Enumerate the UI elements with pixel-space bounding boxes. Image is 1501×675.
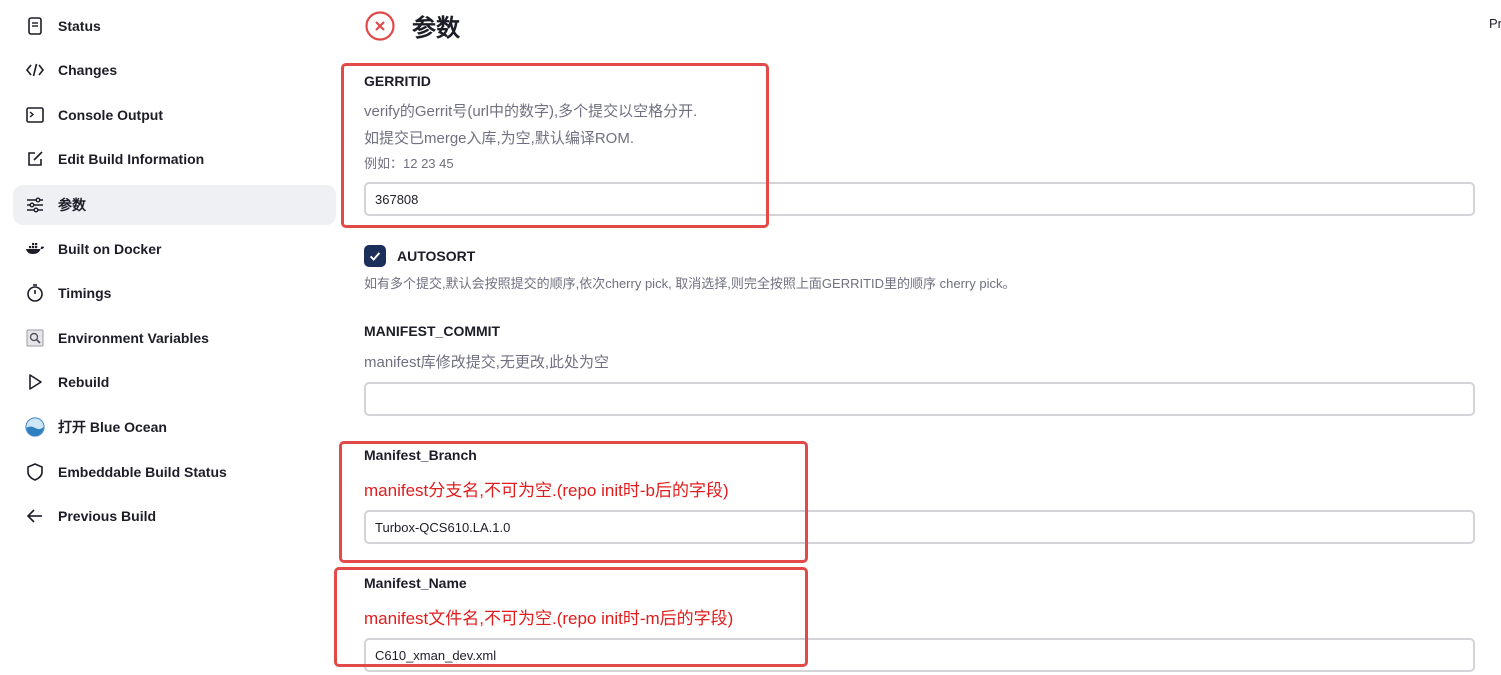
- sidebar-item-embeddable-build-status[interactable]: Embeddable Build Status: [13, 452, 336, 492]
- checkmark-icon: [369, 252, 381, 261]
- sidebar-item-label: Console Output: [58, 107, 163, 123]
- manifest-name-description: manifest文件名,不可为空.(repo init时-m后的字段): [364, 609, 734, 628]
- sidebar-item-label: 打开 Blue Ocean: [58, 419, 167, 435]
- sliders-icon: [24, 194, 46, 216]
- play-icon: [24, 371, 46, 393]
- sidebar-item-previous-build[interactable]: Previous Build: [13, 496, 336, 536]
- gerritid-input[interactable]: [364, 182, 1475, 216]
- sidebar-item-built-on-docker[interactable]: Built on Docker: [13, 229, 336, 269]
- arrow-left-icon: [24, 505, 46, 527]
- autosort-label: AUTOSORT: [397, 248, 476, 264]
- gerritid-description-1: verify的Gerrit号(url中的数字),多个提交以空格分开.: [364, 103, 698, 120]
- sidebar-item-status[interactable]: Status: [13, 6, 336, 46]
- code-icon: [24, 59, 46, 81]
- sidebar-item-label: Built on Docker: [58, 241, 162, 257]
- header-corner-text: Pr: [1489, 16, 1501, 31]
- sidebar-item-timings[interactable]: Timings: [13, 273, 336, 313]
- sidebar-item-edit-build-information[interactable]: Edit Build Information: [13, 139, 336, 179]
- sidebar-item-label: Timings: [58, 285, 112, 301]
- edit-icon: [24, 148, 46, 170]
- manifest-commit-label: MANIFEST_COMMIT: [364, 323, 501, 339]
- sidebar-item-rebuild[interactable]: Rebuild: [13, 362, 336, 402]
- sidebar-item-label: 参数: [58, 197, 86, 213]
- gerritid-label: GERRITID: [364, 73, 431, 89]
- sidebar-item-console-output[interactable]: Console Output: [13, 95, 336, 135]
- autosort-checkbox[interactable]: [364, 245, 386, 267]
- stopwatch-icon: [24, 282, 46, 304]
- autosort-description: 如有多个提交,默认会按照提交的顺序,依次cherry pick, 取消选择,则完…: [364, 276, 1016, 291]
- sidebar-item-label: Previous Build: [58, 508, 157, 524]
- sidebar-item-label: Changes: [58, 62, 118, 78]
- page-header: 参数: [364, 8, 460, 43]
- sidebar-item-label: Embeddable Build Status: [58, 464, 227, 480]
- manifest-branch-label: Manifest_Branch: [364, 447, 477, 463]
- sidebar-item-blue-ocean[interactable]: 打开 Blue Ocean: [13, 407, 336, 447]
- docker-icon: [24, 238, 46, 260]
- document-icon: [24, 15, 46, 37]
- gerritid-description-example: 例如：12 23 45: [364, 156, 454, 171]
- blue-ocean-icon: [24, 416, 46, 438]
- manifest-branch-input[interactable]: [364, 510, 1475, 544]
- build-parameters-page: Status Changes Console Output Edit Build…: [0, 0, 1501, 675]
- manifest-branch-description: manifest分支名,不可为空.(repo init时-b后的字段): [364, 481, 729, 500]
- shield-icon: [24, 461, 46, 483]
- sidebar-item-label: Edit Build Information: [58, 151, 205, 167]
- page-title: 参数: [412, 15, 460, 42]
- manifest-commit-input[interactable]: [364, 382, 1475, 416]
- sidebar-item-environment-variables[interactable]: Environment Variables: [13, 318, 336, 358]
- manifest-name-input[interactable]: [364, 638, 1475, 672]
- gerritid-description-2: 如提交已merge入库,为空,默认编译ROM.: [364, 130, 635, 147]
- failed-x-icon: [365, 10, 395, 41]
- manifest-commit-description: manifest库修改提交,无更改,此处为空: [364, 354, 610, 371]
- terminal-icon: [24, 104, 46, 126]
- sidebar-item-parameters[interactable]: 参数: [13, 185, 336, 225]
- env-vars-icon: [24, 327, 46, 349]
- sidebar-item-changes[interactable]: Changes: [13, 50, 336, 90]
- sidebar-item-label: Status: [58, 18, 101, 34]
- sidebar-item-label: Environment Variables: [58, 330, 209, 346]
- manifest-name-label: Manifest_Name: [364, 575, 467, 591]
- sidebar-item-label: Rebuild: [58, 374, 110, 390]
